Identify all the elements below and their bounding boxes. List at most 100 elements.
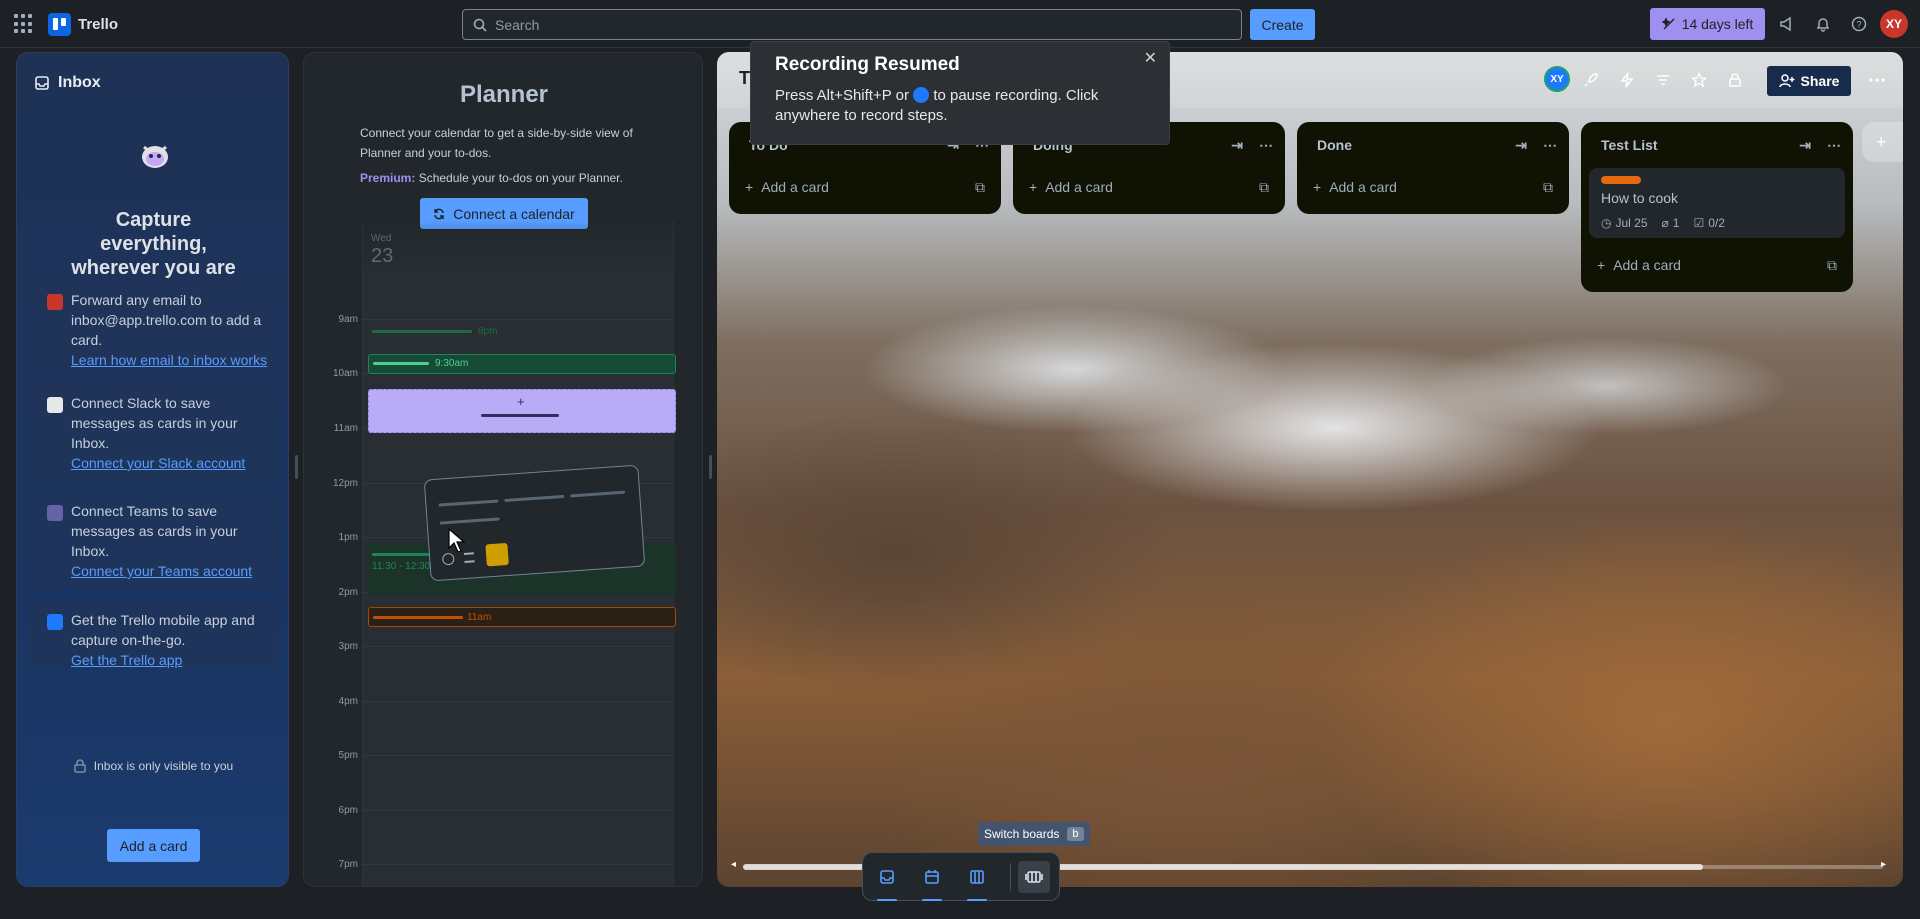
app-switcher-icon[interactable]	[14, 14, 34, 34]
share-button[interactable]: Share	[1767, 66, 1851, 96]
recording-resumed-toast[interactable]: Recording Resumed Press Alt+Shift+P or t…	[750, 41, 1170, 145]
visibility-lock-icon[interactable]	[1725, 70, 1745, 90]
switch-boards-button[interactable]	[1018, 861, 1050, 893]
list-title[interactable]: Done	[1317, 137, 1352, 153]
slack-icon	[47, 397, 63, 413]
create-from-template-icon[interactable]: ⧉	[1827, 257, 1837, 274]
list-menu-icon[interactable]: ⋯	[1259, 137, 1273, 154]
switch-boards-icon	[1025, 871, 1043, 883]
inbox-item-text: Get the Trello mobile app and capture on…	[71, 612, 255, 648]
scroll-right-icon[interactable]: ▸	[1881, 859, 1886, 870]
hour-label: 2pm	[338, 587, 358, 598]
notifications-bell-icon[interactable]	[1813, 14, 1833, 34]
email-icon	[47, 294, 63, 310]
inbox-resize-handle[interactable]	[295, 455, 298, 479]
plus-icon: +	[1313, 179, 1322, 195]
add-card-label: Add a card	[1045, 179, 1113, 195]
filter-icon[interactable]	[1653, 70, 1673, 90]
planner-panel: Planner Connect your calendar to get a s…	[303, 52, 703, 887]
automation-bolt-icon[interactable]	[1617, 70, 1637, 90]
hour-label: 9am	[338, 314, 358, 325]
app-name: Trello	[78, 15, 119, 33]
collapse-icon[interactable]: ⇥	[1231, 137, 1243, 154]
create-from-template-icon[interactable]: ⧉	[1259, 179, 1269, 196]
board-member-avatar[interactable]: XY	[1544, 66, 1570, 92]
close-icon[interactable]: ✕	[1144, 48, 1157, 68]
connect-teams-link[interactable]: Connect your Teams account	[71, 561, 268, 581]
inbox-header: Inbox	[17, 53, 288, 113]
connect-calendar-label: Connect a calendar	[453, 205, 575, 222]
create-from-template-icon[interactable]: ⧉	[975, 179, 985, 196]
search-box[interactable]	[462, 9, 1242, 40]
add-card-row[interactable]: + Add a card ⧉	[737, 168, 993, 206]
planner-description: Connect your calendar to get a side-by-s…	[360, 126, 633, 160]
learn-email-link[interactable]: Learn how email to inbox works	[71, 350, 268, 370]
due-date-badge[interactable]: ◷ Jul 25	[1601, 216, 1648, 230]
planner-resize-handle[interactable]	[709, 455, 712, 479]
inbox-icon	[880, 870, 894, 884]
list-menu-icon[interactable]: ⋯	[1827, 137, 1841, 154]
inbox-headline: Capture everything, wherever you are	[71, 209, 236, 279]
search-input[interactable]	[495, 16, 1195, 33]
power-ups-rocket-icon[interactable]	[1581, 70, 1601, 90]
dragged-card-preview	[423, 464, 646, 582]
create-button[interactable]: Create	[1250, 9, 1315, 40]
search-icon	[473, 18, 487, 32]
event-time: 9:30am	[435, 358, 469, 369]
event-time: 8pm	[478, 326, 498, 337]
trello-home-link[interactable]: Trello	[48, 12, 118, 36]
hour-label: 12pm	[332, 478, 358, 489]
hour-label: 1pm	[338, 532, 358, 543]
announcements-icon[interactable]	[1777, 14, 1797, 34]
create-from-template-icon[interactable]: ⧉	[1543, 179, 1553, 196]
paperclip-icon: ⌀	[1661, 216, 1669, 230]
get-app-link[interactable]: Get the Trello app	[71, 650, 268, 670]
inbox-icon	[35, 76, 49, 90]
card-title: How to cook	[1601, 190, 1679, 206]
planner-toggle-button[interactable]	[916, 861, 948, 901]
premium-text: Schedule your to-dos on your Planner.	[418, 171, 623, 185]
add-card-label: Add a card	[761, 179, 829, 195]
calendar-event: 9:30am	[368, 354, 676, 374]
mouse-cursor-icon	[448, 527, 466, 559]
hour-label: 4pm	[338, 696, 358, 707]
card-label-orange[interactable]	[1601, 176, 1641, 184]
card-how-to-cook[interactable]: How to cook ◷ Jul 25 ⌀ 1 ☑ 0/2	[1589, 168, 1845, 238]
list-header[interactable]: Done ⇥ ⋯	[1297, 122, 1569, 168]
scroll-left-icon[interactable]: ◂	[731, 859, 736, 870]
switch-boards-tooltip: Switch boards b	[978, 822, 1090, 846]
calendar-drop-slot: +	[368, 389, 676, 433]
inbox-add-card-button[interactable]: Add a card	[107, 829, 200, 862]
list-title[interactable]: Test List	[1601, 137, 1658, 153]
checklist-icon: ☑	[1693, 216, 1705, 230]
taco-mascot-icon	[139, 139, 171, 171]
hour-label: 10am	[332, 368, 358, 379]
list-menu-icon[interactable]: ⋯	[1543, 137, 1557, 154]
connect-slack-link[interactable]: Connect your Slack account	[71, 453, 268, 473]
user-avatar[interactable]: XY	[1880, 10, 1908, 38]
premium-label: Premium:	[360, 171, 416, 185]
calendar-date: 23	[371, 245, 394, 267]
star-icon[interactable]	[1689, 70, 1709, 90]
help-icon[interactable]: ?	[1849, 14, 1869, 34]
inbox-privacy-note: Inbox is only visible to you	[17, 759, 288, 773]
inbox-item-text: Forward any email to inbox@app.trello.co…	[71, 292, 262, 348]
add-card-row[interactable]: + Add a card ⧉	[1305, 168, 1561, 206]
add-card-row[interactable]: + Add a card ⧉	[1589, 246, 1845, 284]
list-header[interactable]: Test List ⇥ ⋯	[1581, 122, 1853, 168]
calendar-event: 11am	[368, 607, 676, 627]
add-card-label: Add a card	[1613, 257, 1681, 273]
inbox-toggle-button[interactable]	[871, 861, 903, 901]
board-toggle-button[interactable]	[961, 861, 993, 901]
plus-icon: +	[1029, 179, 1038, 195]
add-card-row[interactable]: + Add a card ⧉	[1021, 168, 1277, 206]
hour-label: 11am	[333, 423, 358, 434]
inbox-email-item: Forward any email to inbox@app.trello.co…	[29, 280, 278, 370]
toast-body: Press Alt+Shift+P or to pause recording.…	[775, 87, 1099, 124]
add-another-list-button[interactable]: +	[1862, 122, 1903, 162]
more-options-icon[interactable]	[1867, 70, 1887, 90]
trial-days-left-button[interactable]: 14 days left	[1650, 8, 1765, 40]
collapse-icon[interactable]: ⇥	[1515, 137, 1527, 154]
collapse-icon[interactable]: ⇥	[1799, 137, 1811, 154]
hour-label: 6pm	[338, 805, 358, 816]
